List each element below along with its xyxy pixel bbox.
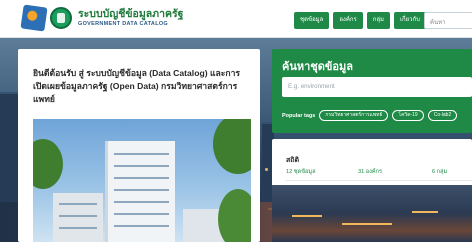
nav-organizations-button[interactable]: องค์กร	[333, 12, 363, 29]
stat-datasets-link[interactable]: 12 ชุดข้อมูล	[286, 168, 316, 176]
nav-about-button[interactable]: เกี่ยวกับ	[393, 12, 426, 29]
nav-datasets-button[interactable]: ชุดข้อมูล	[294, 12, 330, 29]
popular-tags-label: Popular tags	[282, 112, 316, 119]
city-night-photo	[272, 185, 472, 242]
stat-groups-link[interactable]: 6 กลุ่ม	[432, 168, 447, 176]
popular-tags: Popular tags กรมวิทยาศาสตร์การแพทย์ โควิ…	[282, 110, 458, 121]
tag-link[interactable]: Co-lab2	[427, 110, 458, 121]
search-title: ค้นหาชุดข้อมูล	[282, 61, 354, 73]
stat-organizations-link[interactable]: 31 องค์กร	[358, 168, 382, 176]
catalog-logo-icon[interactable]	[20, 4, 48, 32]
dataset-search-card: ค้นหาชุดข้อมูล E.g. environment Popular …	[272, 49, 472, 133]
site-header: ระบบบัญชีข้อมูลภาครัฐ GOVERNMENT DATA CA…	[0, 0, 472, 38]
building-photo	[33, 119, 251, 242]
nav-groups-button[interactable]: กลุ่ม	[366, 12, 390, 29]
stats-title: สถิติ	[286, 157, 300, 164]
brand-title-en: GOVERNMENT DATA CATALOG	[78, 20, 169, 27]
site-brand[interactable]: ระบบบัญชีข้อมูลภาครัฐ GOVERNMENT DATA CA…	[78, 9, 183, 27]
main-nav: ชุดข้อมูล องค์กร กลุ่ม เกี่ยวกับ	[294, 12, 426, 29]
statistics-card: สถิติ 12 ชุดข้อมูล 31 องค์กร 6 กลุ่ม	[272, 139, 472, 242]
article-title[interactable]: ยินดีต้อนรับ สู่ ระบบบัญชีข้อมูล (Data C…	[33, 67, 251, 106]
department-seal-icon[interactable]	[50, 7, 72, 29]
divider	[286, 180, 472, 181]
dataset-search-input[interactable]: E.g. environment	[282, 77, 472, 97]
tag-link[interactable]: กรมวิทยาศาสตร์การแพทย์	[319, 110, 389, 121]
header-search-input[interactable]: ค้นหา	[424, 12, 472, 29]
tag-link[interactable]: โควิด-19	[392, 110, 424, 121]
brand-title-th: ระบบบัญชีข้อมูลภาครัฐ	[78, 8, 184, 20]
welcome-article-card: ยินดีต้อนรับ สู่ ระบบบัญชีข้อมูล (Data C…	[18, 49, 260, 242]
